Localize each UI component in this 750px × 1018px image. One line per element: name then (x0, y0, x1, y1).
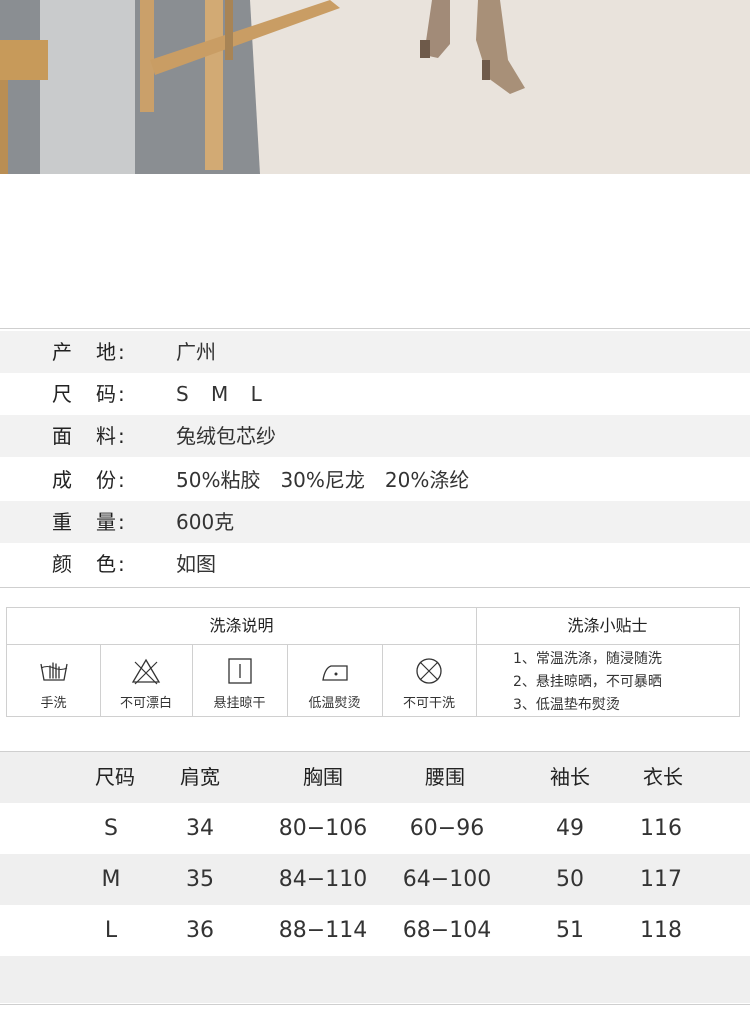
info-key: 产 地: (52, 340, 127, 364)
size-cell: 64−100 (402, 867, 492, 892)
column-header: 尺码 (95, 765, 135, 789)
info-key: 成 份: (52, 468, 127, 492)
column-header: 衣长 (643, 765, 683, 789)
info-value: 600克 (176, 510, 235, 534)
column-header: 胸围 (303, 765, 343, 789)
size-cell: 60−96 (409, 816, 485, 841)
column-header: 袖长 (550, 765, 590, 789)
table-row: L 36 88−114 68−104 51 118 (0, 905, 750, 956)
info-value: 如图 (176, 552, 216, 576)
wash-symbol-label: 低温熨烫 (308, 696, 361, 711)
no-bleach-icon (131, 658, 161, 685)
size-cell: 49 (556, 816, 584, 841)
divider (476, 608, 477, 716)
size-cell: M (101, 867, 121, 892)
size-cell: L (104, 918, 118, 943)
wash-tip: 3、低温垫布熨烫 (513, 697, 620, 713)
size-cell: S (104, 816, 118, 841)
wash-tips-list: 1、常温洗涤，随浸随洗 2、悬挂晾晒，不可暴晒 3、低温垫布熨烫 (513, 648, 662, 717)
info-row-color: 颜 色: 如图 (0, 543, 750, 585)
wash-symbol-label: 不可干洗 (402, 696, 455, 711)
size-cell: 88−114 (278, 918, 368, 943)
size-cell: 51 (556, 918, 584, 943)
wash-symbol-low-iron: 低温熨烫 (287, 644, 382, 717)
info-value: 兔绒包芯纱 (176, 424, 276, 448)
product-info-table: 产 地: 广州 尺 码: S M L 面 料: 兔绒包芯纱 成 份: 50%粘胶… (0, 328, 750, 588)
product-photo (0, 0, 750, 174)
column-header: 腰围 (425, 765, 465, 789)
info-row-composition: 成 份: 50%粘胶 30%尼龙 20%涤纶 (0, 459, 750, 501)
info-value: S M L (176, 382, 270, 406)
wash-tip: 2、悬挂晾晒，不可暴晒 (513, 674, 662, 690)
line-dry-icon (227, 658, 252, 684)
wash-symbol-hand-wash: 手洗 (7, 644, 100, 717)
wash-symbol-no-bleach: 不可漂白 (100, 644, 192, 717)
wash-title: 洗涤说明 (7, 608, 476, 645)
wash-tips-title: 洗涤小贴士 (476, 608, 739, 645)
info-key: 面 料: (52, 424, 127, 448)
info-key: 重 量: (52, 510, 127, 534)
size-cell: 36 (186, 918, 214, 943)
size-cell: 117 (640, 867, 682, 892)
no-dry-clean-icon (416, 658, 442, 684)
info-key: 尺 码: (52, 382, 127, 406)
size-chart: 尺码 肩宽 胸围 腰围 袖长 衣长 S 34 80−106 60−96 49 1… (0, 751, 750, 1005)
size-cell: 116 (640, 816, 682, 841)
table-row: S 34 80−106 60−96 49 116 (0, 803, 750, 854)
size-cell: 35 (186, 867, 214, 892)
washing-instructions: 洗涤说明 洗涤小贴士 手洗 不可漂白 悬挂晾干 低温熨烫 不可干洗 1、常温洗涤… (6, 607, 740, 717)
wash-symbol-label: 不可漂白 (119, 696, 172, 711)
info-row-weight: 重 量: 600克 (0, 501, 750, 543)
low-iron-icon (321, 665, 348, 681)
table-row-empty (0, 956, 750, 1003)
size-cell: 84−110 (278, 867, 368, 892)
size-cell: 68−104 (402, 918, 492, 943)
info-row-size: 尺 码: S M L (0, 373, 750, 415)
info-row-fabric: 面 料: 兔绒包芯纱 (0, 415, 750, 457)
info-value: 广州 (176, 340, 216, 364)
wash-symbol-line-dry: 悬挂晾干 (192, 644, 287, 717)
size-cell: 50 (556, 867, 584, 892)
size-chart-header: 尺码 肩宽 胸围 腰围 袖长 衣长 (0, 752, 750, 803)
size-cell: 80−106 (278, 816, 368, 841)
size-cell: 34 (186, 816, 214, 841)
wash-symbol-label: 悬挂晾干 (213, 696, 266, 711)
info-value: 50%粘胶 30%尼龙 20%涤纶 (176, 468, 470, 492)
info-key: 颜 色: (52, 552, 127, 576)
hand-wash-icon (39, 662, 68, 681)
column-header: 肩宽 (180, 765, 220, 789)
size-cell: 118 (640, 918, 682, 943)
wash-tip: 1、常温洗涤，随浸随洗 (513, 651, 662, 667)
wash-symbol-label: 手洗 (40, 696, 67, 711)
info-row-origin: 产 地: 广州 (0, 331, 750, 373)
table-row: M 35 84−110 64−100 50 117 (0, 854, 750, 905)
wash-symbol-no-dry-clean: 不可干洗 (382, 644, 476, 717)
